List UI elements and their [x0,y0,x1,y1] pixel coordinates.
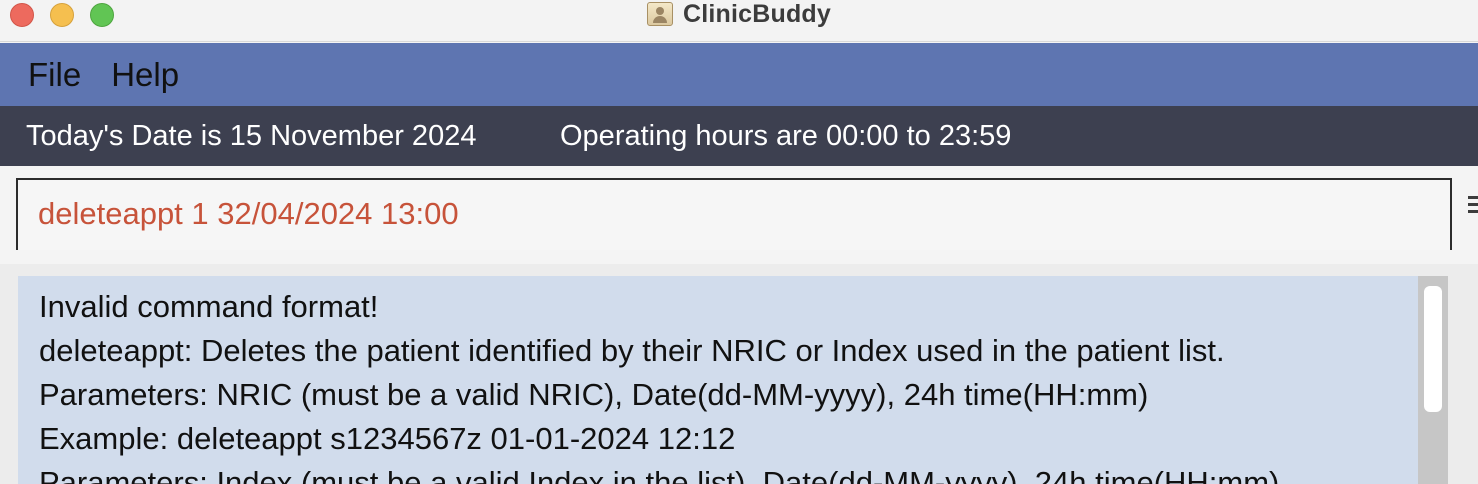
command-input[interactable] [38,192,1418,236]
command-area [0,166,1478,264]
result-line: Example: deleteappt s1234567z 01-01-2024… [39,421,736,456]
result-display-area: Invalid command format! deleteappt: Dele… [0,264,1478,484]
result-text: Invalid command format! deleteappt: Dele… [39,285,1419,484]
menu-help[interactable]: Help [103,43,187,106]
result-line: Invalid command format! [39,289,379,324]
status-bar: Today's Date is 15 November 2024 Operati… [0,106,1478,166]
menu-file[interactable]: File [20,43,89,106]
todays-date-label: Today's Date is 15 November 2024 [26,120,477,152]
result-line: deleteappt: Deletes the patient identifi… [39,333,1225,368]
menu-bar: File Help [0,43,1478,106]
window-title: ClinicBuddy [682,0,832,28]
title-bar[interactable]: ClinicBuddy [0,0,1478,42]
operating-hours-label: Operating hours are 00:00 to 23:59 [560,120,1012,152]
address-book-icon [646,2,673,26]
result-display[interactable]: Invalid command format! deleteappt: Dele… [18,276,1448,484]
app-window: ClinicBuddy File Help Today's Date is 15… [0,0,1478,484]
result-line: Parameters: NRIC (must be a valid NRIC),… [39,377,1149,412]
resize-handle-icon[interactable] [1468,196,1478,218]
result-line: Parameters: Index (must be a valid Index… [39,465,1280,484]
result-scrollbar[interactable] [1418,276,1448,484]
result-scroll-thumb[interactable] [1424,286,1442,412]
command-box[interactable] [16,178,1452,250]
window-title-group: ClinicBuddy [0,0,1478,28]
